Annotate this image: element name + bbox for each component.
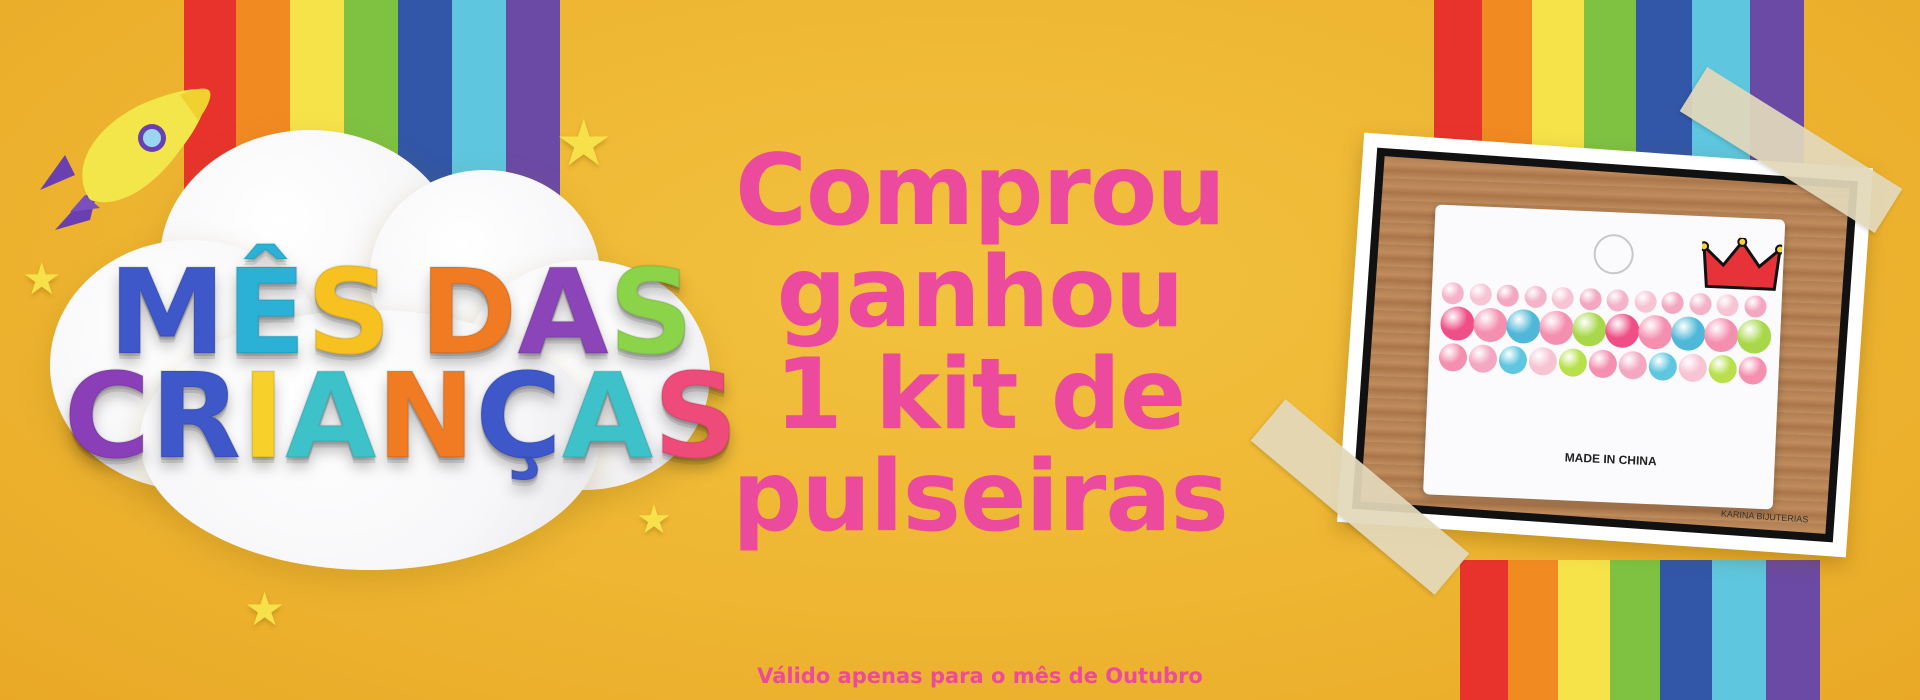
bead <box>1578 287 1602 311</box>
title-line-2: CRIANÇAS <box>60 347 740 485</box>
bead <box>1743 295 1767 318</box>
promo-banner: ★ ★ ★ ★ MÊS DAS CRIANÇAS Comprou ganhou … <box>0 0 1920 700</box>
headline-line: ganhou <box>776 236 1185 350</box>
validity-note: Válido apenas para o mês de Outubro <box>757 664 1203 688</box>
headline-line: pulseiras <box>732 440 1229 554</box>
bead <box>1438 342 1468 372</box>
bead <box>1496 284 1520 308</box>
bead <box>1703 317 1739 353</box>
bead <box>1637 314 1674 350</box>
bead <box>1688 292 1712 316</box>
bead <box>1468 344 1498 374</box>
bead <box>1738 355 1768 386</box>
photo-caption: MADE IN CHINA <box>1564 450 1657 469</box>
bead <box>1551 286 1575 310</box>
headline-line: Comprou <box>735 134 1226 248</box>
bead <box>1633 290 1657 314</box>
star-icon: ★ <box>636 497 672 543</box>
rocket-icon <box>40 88 211 230</box>
product-photo: MADE IN CHINA KARINA BIJUTERIAS <box>1337 132 1873 558</box>
headline: Comprou ganhou 1 kit de pulseiras <box>700 140 1260 548</box>
headline-line: 1 kit de <box>774 338 1187 452</box>
bead <box>1618 350 1648 380</box>
bead <box>1588 349 1618 379</box>
bead <box>1523 285 1547 309</box>
bead <box>1670 315 1706 352</box>
title-letter: A <box>284 347 377 485</box>
bead <box>1708 354 1738 384</box>
title-letter: A <box>561 347 654 485</box>
bead <box>1498 345 1528 375</box>
bead <box>1472 307 1509 343</box>
card-hole <box>1592 233 1635 276</box>
bead <box>1439 305 1476 342</box>
star-icon: ★ <box>244 582 286 636</box>
photo-signature: KARINA BIJUTERIAS <box>1720 508 1809 525</box>
star-icon: ★ <box>555 107 613 181</box>
bead <box>1538 310 1575 346</box>
bead <box>1716 293 1740 317</box>
bead <box>1571 311 1608 348</box>
rainbow-stripes-right-bottom <box>1460 560 1820 700</box>
star-icon: ★ <box>22 254 62 305</box>
title-letter: Ç <box>474 347 563 485</box>
title-letter: C <box>63 347 152 485</box>
bead <box>1604 313 1641 349</box>
bead <box>1648 351 1678 382</box>
title-letter: I <box>240 347 286 485</box>
crown-icon <box>1699 236 1783 291</box>
bead <box>1736 318 1772 355</box>
bead <box>1678 353 1708 383</box>
title-letter: N <box>376 347 477 485</box>
title-mes-das-criancas: MÊS DAS CRIANÇAS <box>60 252 740 485</box>
bead <box>1558 348 1588 378</box>
bead <box>1505 308 1542 345</box>
bead <box>1441 281 1465 305</box>
bead <box>1528 346 1558 376</box>
bead <box>1606 289 1630 312</box>
bead <box>1661 291 1685 315</box>
bead <box>1468 283 1492 306</box>
bracelet-card: MADE IN CHINA <box>1423 204 1786 510</box>
title-letter: R <box>149 347 242 485</box>
